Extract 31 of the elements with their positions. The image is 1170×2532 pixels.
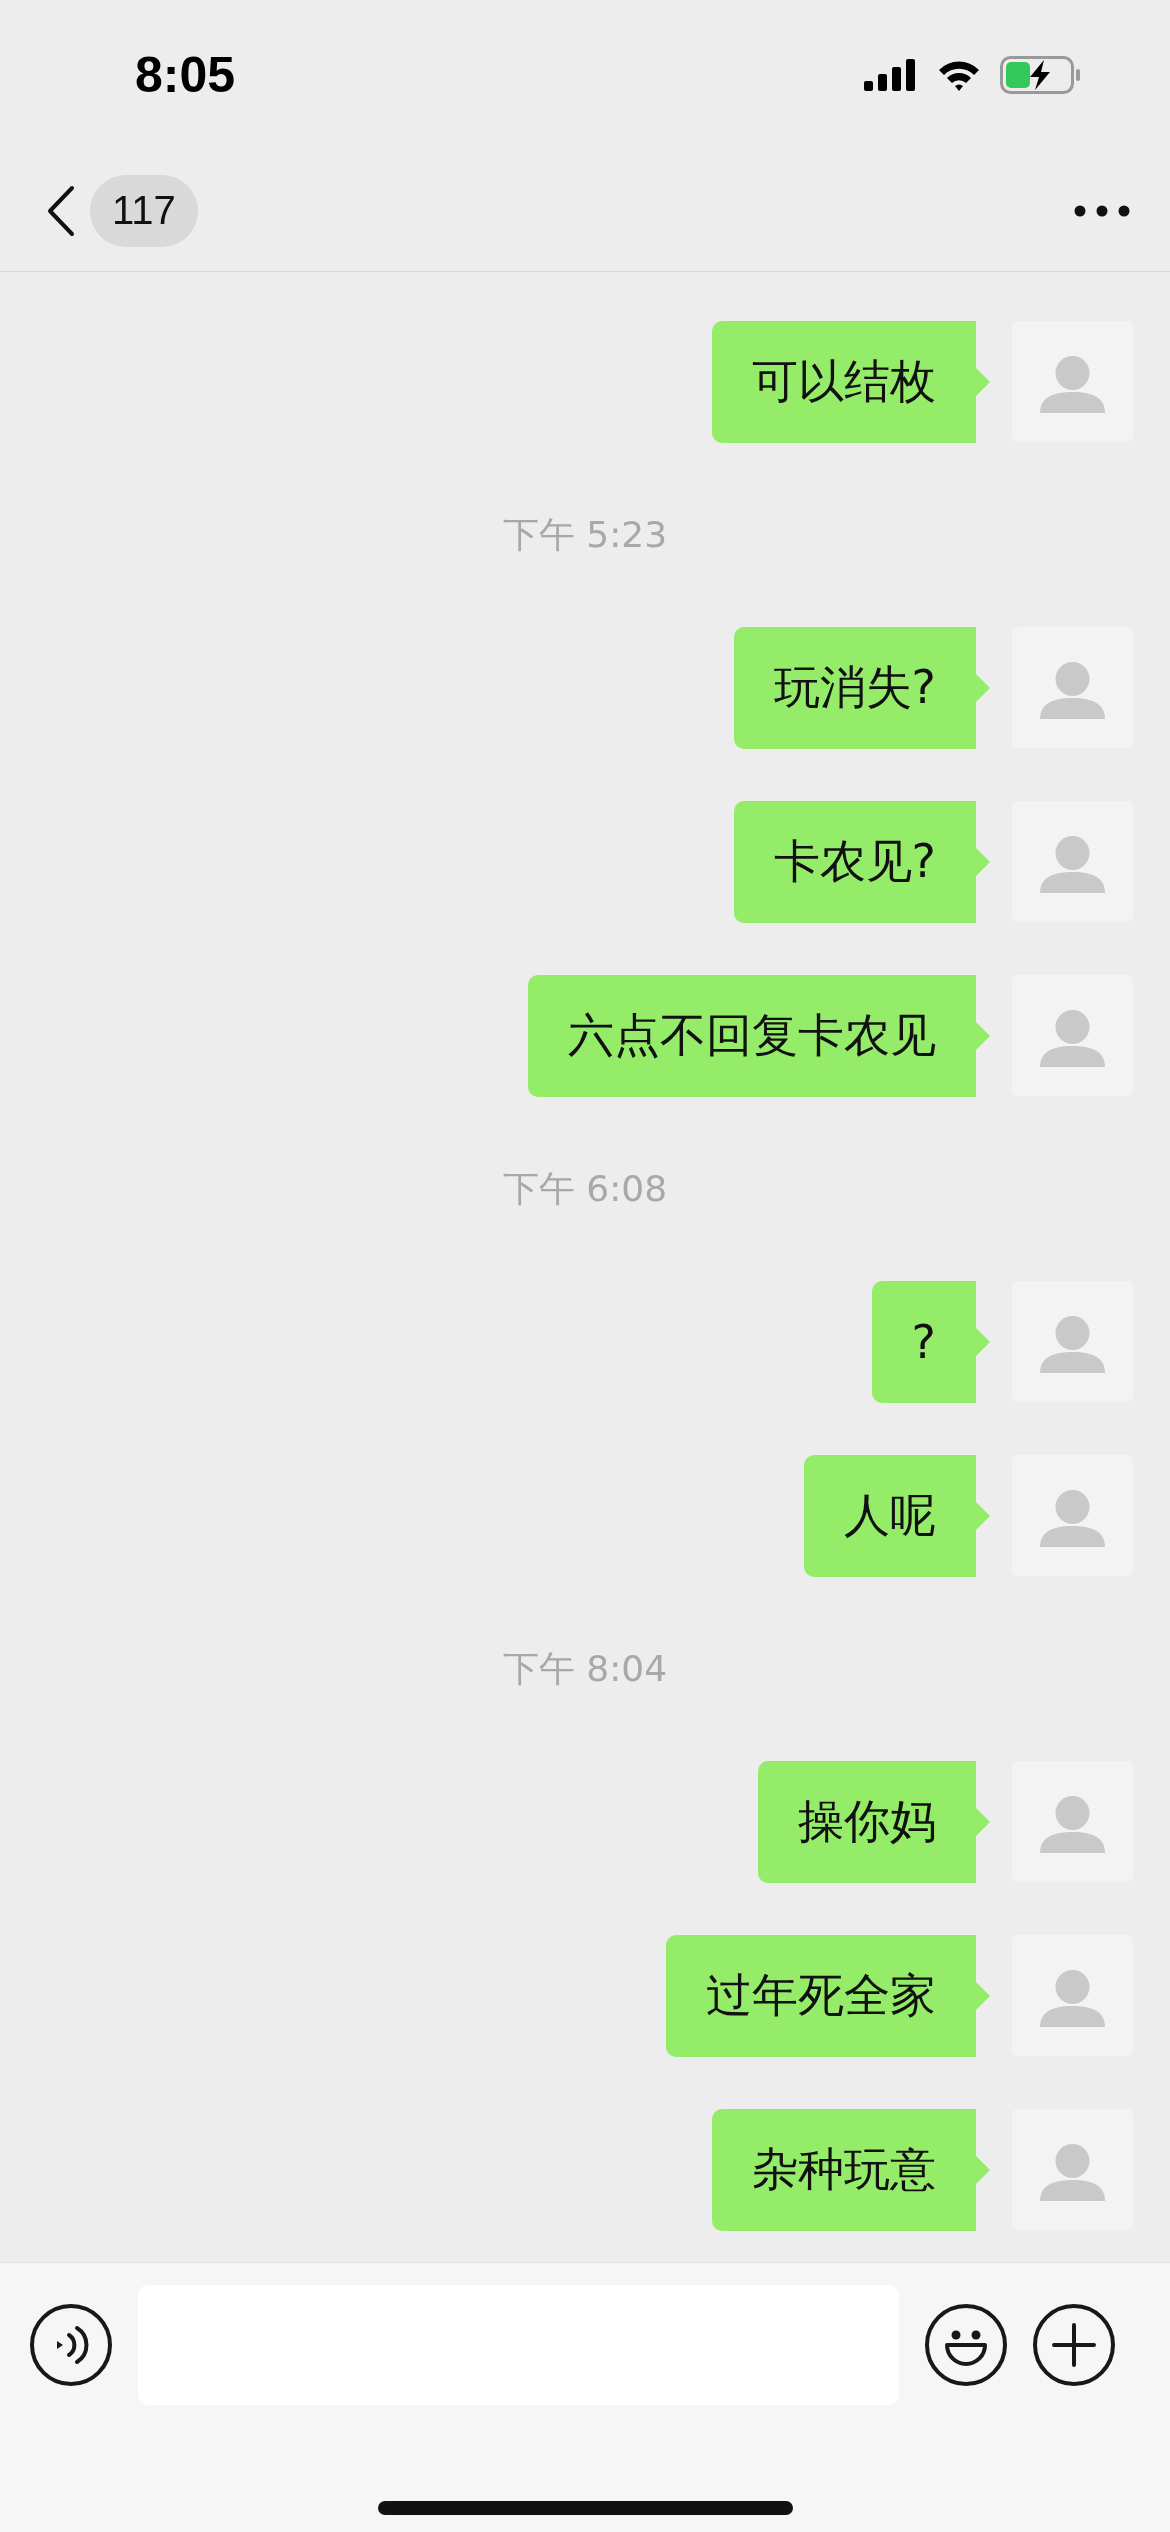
message-bubble: 六点不回复卡农见 [528,975,990,1097]
avatar-placeholder-icon [1012,975,1133,1096]
add-button[interactable] [1033,2304,1115,2386]
message-bubble: ? [871,1281,990,1403]
avatar-placeholder-icon [1012,1281,1133,1402]
avatar-placeholder-icon [1012,2109,1133,2230]
battery-charging-icon [1000,56,1082,94]
avatar-placeholder-icon [1012,627,1133,748]
back-icon[interactable] [46,184,76,237]
avatar-placeholder-icon [1012,801,1133,922]
message-bubble: 卡农见? [733,801,990,923]
more-icon[interactable] [1074,204,1130,217]
avatar-placeholder-icon [1012,1455,1133,1576]
message-bubble: 人呢 [804,1455,990,1577]
emoji-button[interactable] [925,2304,1007,2386]
signal-icon [864,59,918,91]
message-timestamp: 下午 6:08 [502,1166,668,1211]
plus-icon [1052,2323,1096,2367]
avatar-placeholder-icon [1012,1935,1133,2056]
message-bubble: 可以结枚 [712,321,990,443]
unread-count-badge: 117 [90,174,198,247]
message-bubble: 杂种玩意 [712,2109,990,2231]
avatar-placeholder-icon [1012,1761,1133,1882]
status-time: 8:05 [135,46,236,104]
message-timestamp: 下午 5:23 [502,512,668,557]
message-bubble: 玩消失? [733,627,990,749]
voice-button[interactable] [30,2304,112,2386]
avatar-placeholder-icon [1012,321,1133,442]
message-bubble: 过年死全家 [666,1935,990,2057]
message-bubble: 操你妈 [758,1761,990,1883]
message-timestamp: 下午 8:04 [502,1646,668,1691]
